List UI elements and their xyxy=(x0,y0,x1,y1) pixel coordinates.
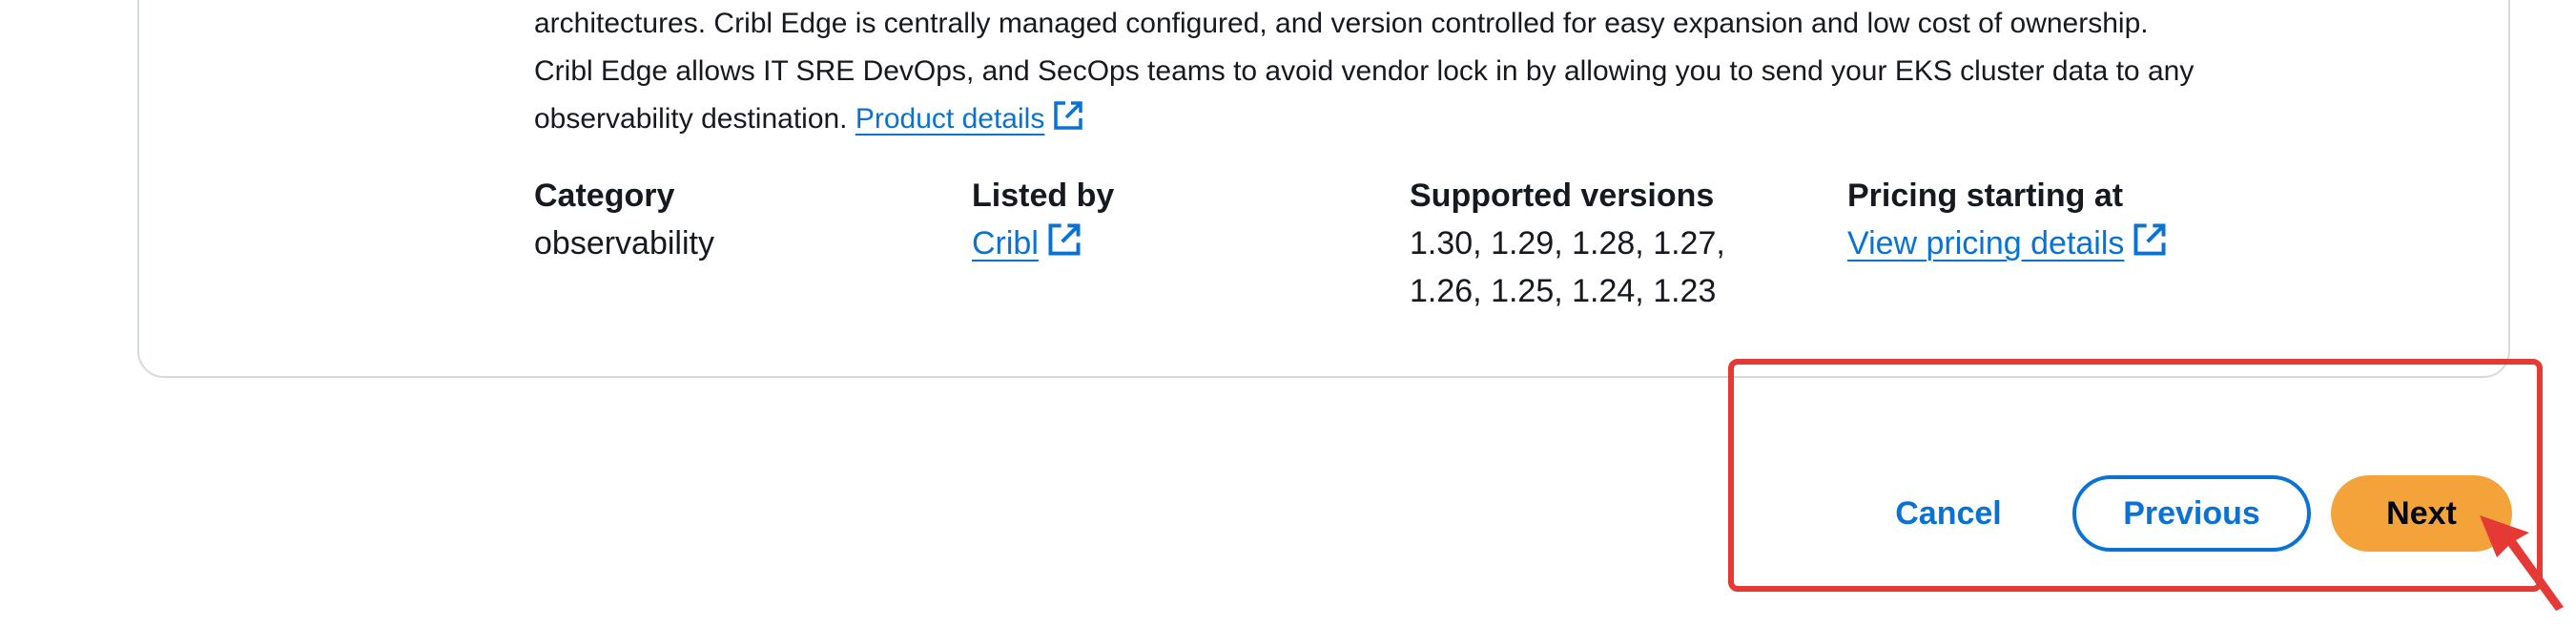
supported-versions-line-2: 1.26, 1.25, 1.24, 1.23 xyxy=(1410,273,1717,309)
cancel-button[interactable]: Cancel xyxy=(1869,475,2028,552)
product-details-link-label: Product details xyxy=(855,103,1045,135)
previous-button[interactable]: Previous xyxy=(2072,475,2311,552)
product-details-link[interactable]: Product details xyxy=(855,103,1044,135)
description-line-2: Cribl Edge allows IT SRE DevOps, and Sec… xyxy=(534,55,2195,87)
supported-versions-label: Supported versions xyxy=(1410,178,1715,214)
listed-by-value-row: Cribl xyxy=(972,220,1114,267)
listed-by-section: Listed by Cribl xyxy=(972,172,1114,267)
description-line-3: observability destination. Product detai… xyxy=(534,95,2327,143)
description-line-3-text: observability destination. xyxy=(534,103,848,135)
listed-by-label: Listed by xyxy=(972,178,1115,214)
listed-by-link[interactable]: Cribl xyxy=(972,225,1039,262)
category-section: Category observability xyxy=(534,172,714,267)
pricing-section: Pricing starting at View pricing details xyxy=(1847,172,2168,267)
external-link-icon[interactable] xyxy=(1046,221,1082,258)
supported-versions-section: Supported versions 1.30, 1.29, 1.28, 1.2… xyxy=(1410,172,1772,315)
external-link-icon[interactable] xyxy=(1052,99,1084,132)
arrow-icon xyxy=(2480,515,2566,616)
pricing-value-row: View pricing details xyxy=(1847,220,2168,267)
category-label: Category xyxy=(534,178,675,214)
description-line-1: architectures. Cribl Edge is centrally m… xyxy=(534,8,2149,39)
supported-versions-line-1: 1.30, 1.29, 1.28, 1.27, xyxy=(1410,225,1725,262)
external-link-icon[interactable] xyxy=(2132,221,2168,258)
category-value: observability xyxy=(534,225,714,262)
addon-description: architectures. Cribl Edge is centrally m… xyxy=(534,0,2327,143)
pricing-label: Pricing starting at xyxy=(1847,178,2124,214)
page: architectures. Cribl Edge is centrally m… xyxy=(0,0,2576,628)
view-pricing-details-link[interactable]: View pricing details xyxy=(1847,225,2124,262)
